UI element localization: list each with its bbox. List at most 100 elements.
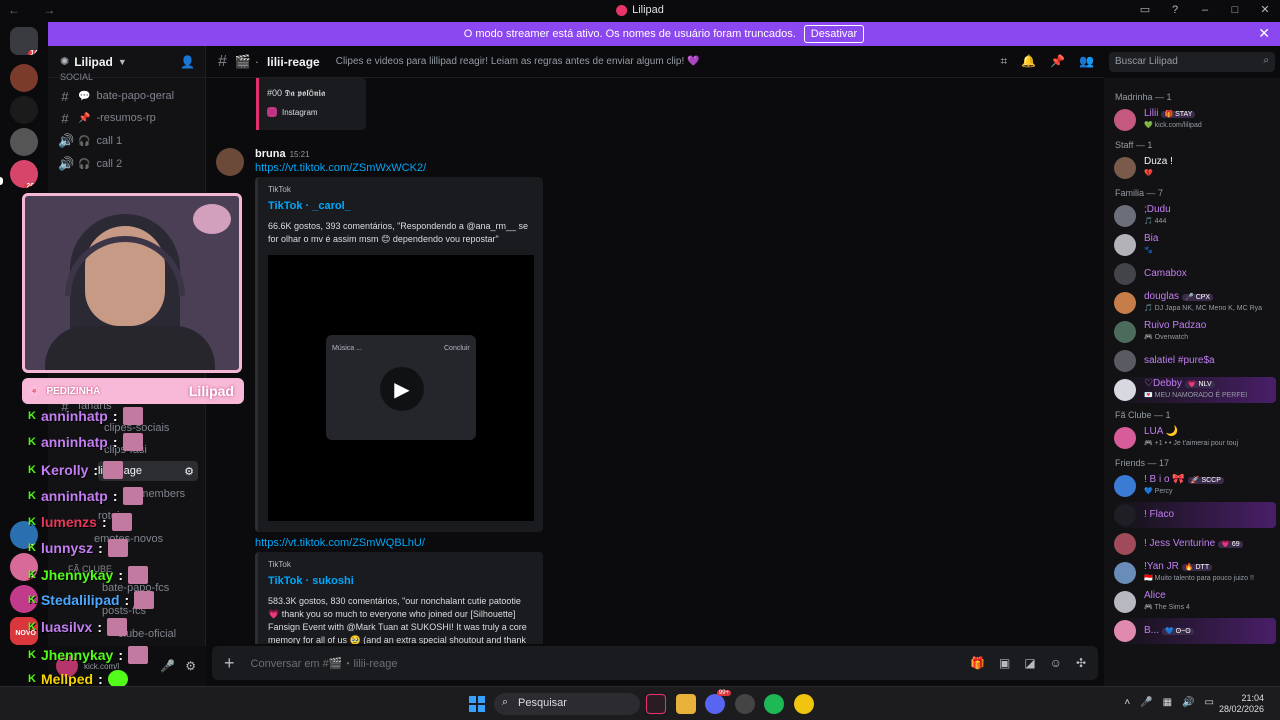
member-item[interactable]: Ruivo Padzao 🎮 Overwatch xyxy=(1114,319,1276,345)
member-item[interactable]: Bia 🐾 xyxy=(1114,232,1276,258)
voice-channel-call-1[interactable]: 🔊 🎧 call 1 xyxy=(58,131,198,151)
server-icon[interactable] xyxy=(10,96,38,124)
member-item[interactable]: douglas 🎤 CPX 🎵 DJ Japa NK, MC Meno K, MC … xyxy=(1114,290,1276,316)
voice-channel-call-2[interactable]: 🔊 🎧 call 2 xyxy=(58,154,198,174)
discord-app-icon[interactable]: 99+ xyxy=(705,690,731,714)
avatar[interactable] xyxy=(216,148,244,176)
search-input[interactable]: Buscar Lilipad ⌕ xyxy=(1109,52,1275,72)
volume-icon[interactable]: 🔊 xyxy=(1182,697,1194,708)
avatar[interactable] xyxy=(1114,157,1136,179)
clock[interactable]: 21:04 28/02/2026 xyxy=(1219,693,1264,715)
battery-icon[interactable]: ▭ xyxy=(1205,697,1214,708)
chat-message: Kluasilvx: xyxy=(28,617,127,637)
banner-close-icon[interactable]: ✕ xyxy=(1258,25,1270,42)
attach-plus-icon[interactable]: + xyxy=(224,653,235,674)
channel-bate-papo-geral[interactable]: # 💬 bate-papo-geral xyxy=(58,86,198,106)
member-name-text: Camabox xyxy=(1144,268,1187,279)
server-icon[interactable] xyxy=(10,64,38,92)
message-link[interactable]: https://vt.tiktok.com/ZSmWxWCK2/ xyxy=(255,162,426,174)
nav-arrows[interactable]: ← → xyxy=(8,3,65,17)
avatar[interactable] xyxy=(1114,562,1136,584)
chevron-down-icon: ▼ xyxy=(117,56,127,67)
start-button[interactable] xyxy=(469,696,485,712)
maximize-button[interactable]: □ xyxy=(1220,0,1250,21)
gift-icon[interactable]: 🎁 xyxy=(970,656,985,670)
play-icon[interactable]: ▶ xyxy=(380,367,424,411)
member-item[interactable]: B... 💙 ʘ~ʘ xyxy=(1114,618,1276,644)
channel-topic[interactable]: Clipes e videos para lillipad reagir! Le… xyxy=(336,56,700,67)
embed-description: 66.6K gostos, 393 comentários, "Responde… xyxy=(268,221,528,244)
minimize-button[interactable]: – xyxy=(1190,0,1220,21)
channel-settings-icon[interactable]: ⚙ xyxy=(184,465,194,478)
taskbar-search[interactable]: ⌕ Pesquisar xyxy=(494,693,640,715)
avatar[interactable] xyxy=(1114,205,1136,227)
gif-icon[interactable]: ▣ xyxy=(999,656,1010,670)
video-player[interactable]: Música ... Concluir ▶ xyxy=(268,255,534,521)
bell-icon[interactable]: 🔔 xyxy=(1021,54,1036,69)
chrome-icon[interactable] xyxy=(794,694,814,714)
avatar[interactable] xyxy=(1114,475,1136,497)
lilipad-server-icon[interactable]: 268 xyxy=(10,160,38,188)
message-author[interactable]: bruna 15:21 xyxy=(255,148,310,160)
avatar[interactable] xyxy=(1114,620,1136,642)
channel-name: call 1 xyxy=(96,135,123,147)
avatar[interactable] xyxy=(1114,321,1136,343)
close-window-button[interactable]: ✕ xyxy=(1250,0,1280,21)
spotify-icon[interactable] xyxy=(764,694,784,714)
author-name[interactable]: bruna xyxy=(255,148,286,160)
threads-icon[interactable]: ⌗ xyxy=(1000,54,1007,69)
member-item[interactable]: salatiel #pure$a xyxy=(1114,348,1276,374)
member-item[interactable]: LUA 🌙 🎮 +1 • • Je t'aimerai pour touj xyxy=(1114,425,1276,451)
invite-people-icon[interactable]: 👤 xyxy=(180,55,195,69)
embed-title[interactable]: TikTok · sukoshi xyxy=(268,575,533,587)
chevron-up-icon[interactable]: ˄ xyxy=(1124,697,1130,708)
avatar[interactable] xyxy=(1114,533,1136,555)
member-item[interactable]: ! B i o 🎀 🚀 SCCP 💙 Percy xyxy=(1114,473,1276,499)
microphone-icon[interactable]: 🎤 xyxy=(160,659,175,673)
member-item[interactable]: Camabox xyxy=(1114,261,1276,287)
member-item[interactable]: ♡Debby 💗 NLV 💌 MEU NAMORADO É PERFEI xyxy=(1114,377,1276,403)
inbox-icon[interactable]: ▭ xyxy=(1130,0,1160,21)
category-social[interactable]: SOCIAL xyxy=(60,72,93,82)
pin-icon[interactable]: 📌 xyxy=(1050,54,1065,69)
member-item[interactable]: !Yan JR 🔥 DTT 🇮🇩 Muito talento para pouco … xyxy=(1114,560,1276,586)
avatar[interactable] xyxy=(1114,427,1136,449)
member-item[interactable]: ! Jess Venturine 💗 69 xyxy=(1114,531,1276,557)
settings-gear-icon[interactable]: ⚙ xyxy=(185,659,196,673)
lilipad-app-icon[interactable] xyxy=(646,694,666,714)
message-composer[interactable]: + Conversar em #🎬・lilii-reage 🎁 ▣ ◪ ☺ ✣ xyxy=(212,646,1098,680)
file-explorer-icon[interactable] xyxy=(676,694,696,714)
avatar[interactable] xyxy=(1114,263,1136,285)
member-name-text: ;Dudu xyxy=(1144,204,1171,215)
avatar[interactable] xyxy=(1114,591,1136,613)
tiktok-embed: TikTok TikTok · sukoshi 583.3K gostos, 8… xyxy=(255,552,543,644)
member-item[interactable]: Alice 🎮 The Sims 4 xyxy=(1114,589,1276,615)
message-link[interactable]: https://vt.tiktok.com/ZSmWQBLhU/ xyxy=(255,537,425,549)
members-list-icon[interactable]: 👥 xyxy=(1079,54,1094,69)
disable-streamer-mode-button[interactable]: Desativar xyxy=(803,25,865,43)
member-item[interactable]: Duza ! 💔 xyxy=(1114,155,1276,181)
emoji-icon[interactable]: ☺ xyxy=(1050,656,1062,670)
microphone-icon[interactable]: 🎤 xyxy=(1140,697,1152,708)
video-label: Música ... xyxy=(332,345,362,352)
member-item[interactable]: ! Flaco xyxy=(1114,502,1276,528)
network-icon[interactable]: ▦ xyxy=(1163,697,1172,708)
direct-messages-icon[interactable]: 14 xyxy=(10,27,38,55)
avatar[interactable] xyxy=(1114,109,1136,131)
sticker-icon[interactable]: ◪ xyxy=(1024,656,1035,670)
help-icon[interactable]: ? xyxy=(1160,0,1190,21)
avatar[interactable] xyxy=(1114,379,1136,401)
member-item[interactable]: Lilii 🎁 STAY 💚 kick.com/lilipad xyxy=(1114,107,1276,133)
apps-icon[interactable]: ✣ xyxy=(1076,656,1086,670)
member-name: Lilii 🎁 STAY xyxy=(1144,108,1196,119)
member-item[interactable]: ;Dudu 🎵 444 xyxy=(1114,203,1276,229)
embed-title[interactable]: TikTok · _carol_ xyxy=(268,200,533,212)
channel-resumos-rp[interactable]: # 📌 -resumos-rp xyxy=(58,108,198,128)
server-icon[interactable] xyxy=(10,128,38,156)
avatar[interactable] xyxy=(1114,234,1136,256)
avatar[interactable] xyxy=(1114,350,1136,372)
avatar[interactable] xyxy=(1114,292,1136,314)
chat-username: lunnysz xyxy=(40,540,94,556)
avatar[interactable] xyxy=(1114,504,1136,526)
app-icon[interactable] xyxy=(735,694,755,714)
